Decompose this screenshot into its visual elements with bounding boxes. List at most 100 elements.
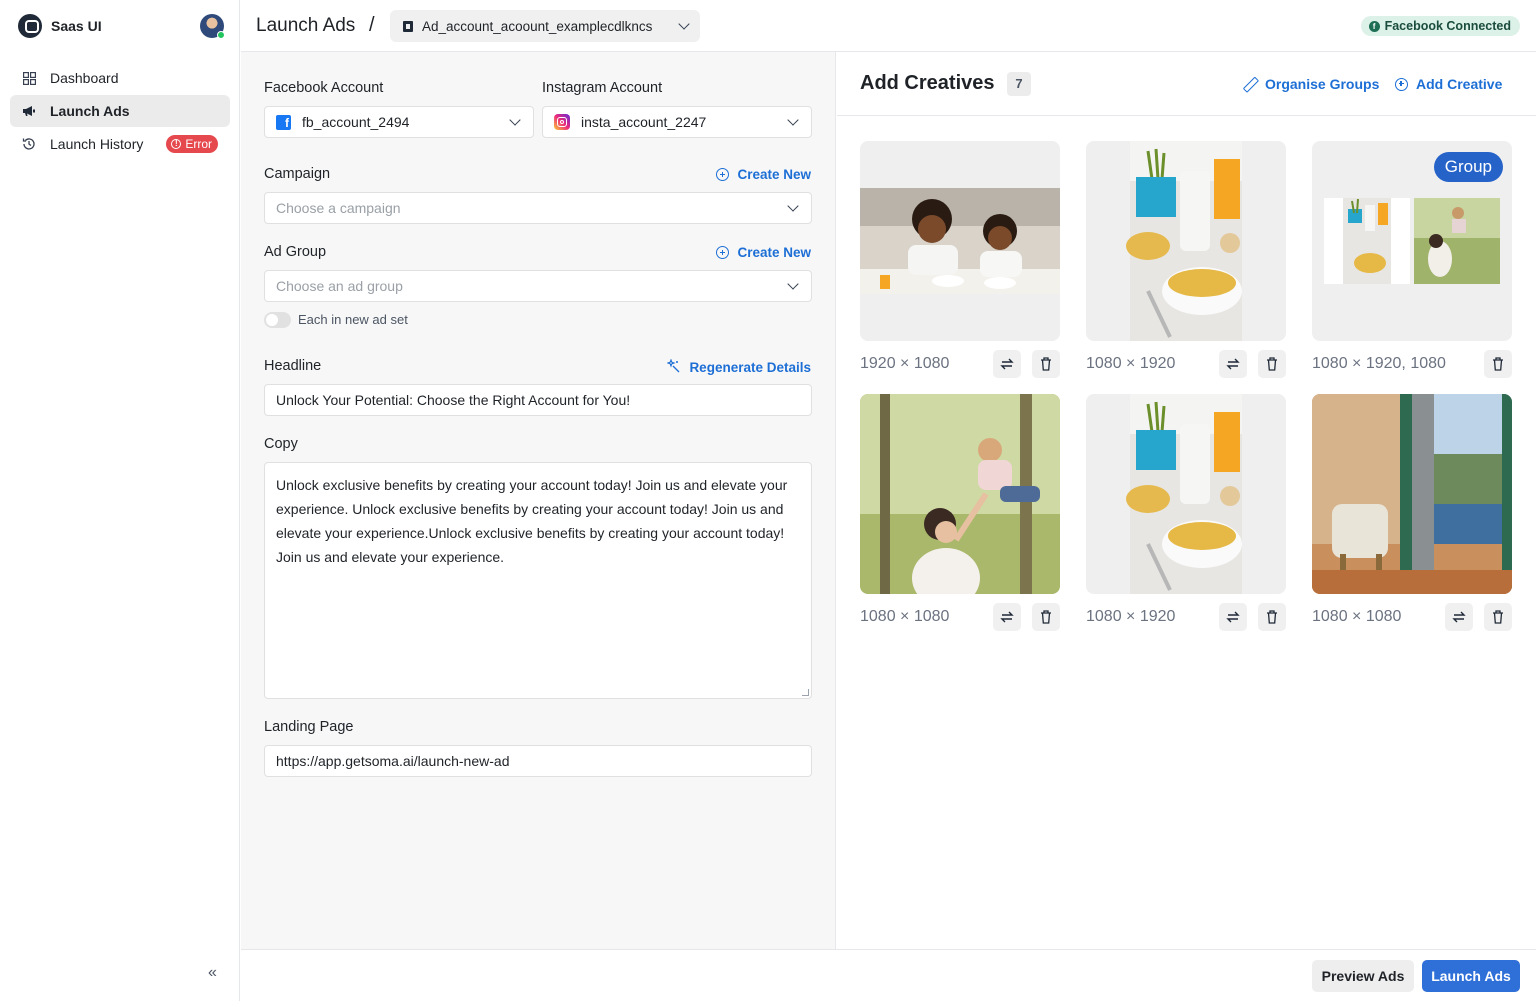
delete-creative-button[interactable] [1484,350,1512,378]
chevron-down-icon [787,200,799,212]
campaign-select[interactable]: Choose a campaign [264,192,812,224]
resize-handle[interactable] [802,689,809,696]
delete-creative-button[interactable] [1032,350,1060,378]
room-sea-view-image [1312,394,1512,594]
error-badge[interactable]: ! Error [166,135,218,153]
create-campaign-label: Create New [737,167,811,182]
creative-meta: 1080 × 1080 [1312,601,1512,633]
create-ad-group-label: Create New [737,245,811,260]
headline-label: Headline [264,358,322,374]
chevron-down-icon [787,278,799,290]
cereal-milk-juice-image [1126,141,1242,341]
replace-creative-button[interactable] [993,350,1021,378]
creative-thumbnail[interactable] [1086,394,1286,594]
creative-thumbnail[interactable] [860,141,1060,341]
creative-card[interactable]: 1080 × 1920 [1086,141,1286,380]
landing-page-input[interactable]: https://app.getsoma.ai/launch-new-ad [264,745,812,777]
ad-form-panel: Facebook Account f fb_account_2494 Insta… [241,52,836,949]
mother-lifting-child-image [860,394,1060,594]
instagram-account-label: Instagram Account [542,80,663,96]
chevron-down-icon [509,114,521,126]
history-icon [22,137,36,151]
organise-groups-button[interactable]: Organise Groups [1243,76,1379,92]
creative-card[interactable]: 1920 × 1080 [860,141,1060,380]
facebook-account-label: Facebook Account [264,80,384,96]
sidebar-item-label: Launch Ads [50,103,130,119]
megaphone-icon [22,104,36,118]
trash-icon [1041,610,1051,624]
chevron-down-icon [787,114,799,126]
brand-logo-icon [18,14,42,38]
page-title: Launch Ads [256,15,356,36]
ad-account-name: Ad_account_acoount_examplecdlkncs [422,18,653,34]
create-campaign-button[interactable]: Create New [716,167,811,182]
landing-page-label: Landing Page [264,719,354,735]
replace-creative-button[interactable] [993,603,1021,631]
trash-icon [1267,357,1277,371]
instagram-account-value: insta_account_2247 [581,114,707,130]
facebook-account-value: fb_account_2494 [302,114,410,130]
creative-thumbnail[interactable]: Group [1312,141,1512,341]
add-creative-button[interactable]: Add Creative [1395,76,1502,92]
sidebar-item-dashboard[interactable]: Dashboard [10,62,230,94]
swap-icon [1226,611,1240,623]
creatives-count-badge: 7 [1007,72,1031,96]
mother-daughter-breakfast-image [860,188,1060,294]
create-ad-group-button[interactable]: Create New [716,245,811,260]
launch-ads-button[interactable]: Launch Ads [1422,960,1520,992]
delete-creative-button[interactable] [1032,603,1060,631]
ad-group-select[interactable]: Choose an ad group [264,270,812,302]
creative-card[interactable]: 1080 × 1080 [860,394,1060,633]
sidebar-item-launch-history[interactable]: Launch History ! Error [10,128,230,160]
preview-ads-button[interactable]: Preview Ads [1312,960,1414,992]
creative-group-card[interactable]: Group 1080 × 1920, 1080 [1312,141,1512,380]
regenerate-details-button[interactable]: Regenerate Details [666,358,811,376]
delete-creative-button[interactable] [1258,603,1286,631]
creative-dimensions: 1080 × 1920 [1086,355,1176,372]
replace-creative-button[interactable] [1219,350,1247,378]
creative-card[interactable]: 1080 × 1920 [1086,394,1286,633]
swap-icon [1000,358,1014,370]
ad-account-dropdown[interactable]: Ad_account_acoount_examplecdlkncs [390,10,700,42]
swap-icon [1452,611,1466,623]
headline-value: Unlock Your Potential: Choose the Right … [276,392,631,408]
chevron-down-icon [678,18,690,30]
trash-icon [1041,357,1051,371]
connection-status: Facebook Connected [1384,19,1511,33]
copy-textarea[interactable]: Unlock exclusive benefits by creating yo… [264,462,812,699]
sidebar-nav: Dashboard Launch Ads Launch History ! Er… [10,62,230,161]
brand[interactable]: Saas UI [18,14,102,38]
creative-dimensions: 1920 × 1080 [860,355,950,372]
creative-card[interactable]: 1080 × 1080 [1312,394,1512,633]
facebook-account-select[interactable]: f fb_account_2494 [264,106,534,138]
group-badge: Group [1433,152,1503,182]
creatives-title: Add Creatives [860,72,995,94]
replace-creative-button[interactable] [1445,603,1473,631]
replace-creative-button[interactable] [1219,603,1247,631]
avatar[interactable] [200,14,225,39]
trash-icon [1493,357,1503,371]
ad-group-placeholder: Choose an ad group [276,278,403,294]
creative-meta: 1080 × 1920 [1086,348,1286,380]
sidebar-item-label: Launch History [50,136,144,152]
instagram-account-select[interactable]: insta_account_2247 [542,106,812,138]
delete-creative-button[interactable] [1484,603,1512,631]
creative-meta: 1080 × 1920 [1086,601,1286,633]
headline-input[interactable]: Unlock Your Potential: Choose the Right … [264,384,812,416]
plus-circle-icon [716,168,730,181]
creative-meta: 1920 × 1080 [860,348,1060,380]
instagram-icon [554,114,570,130]
creative-thumbnail[interactable] [1086,141,1286,341]
trash-icon [1267,610,1277,624]
facebook-icon: f [276,114,291,130]
creative-thumbnail[interactable] [1312,394,1512,594]
copy-label: Copy [264,436,298,452]
new-ad-set-toggle[interactable] [264,312,291,328]
swap-icon [1000,611,1014,623]
campaign-placeholder: Choose a campaign [276,200,401,216]
ad-group-label: Ad Group [264,244,327,260]
delete-creative-button[interactable] [1258,350,1286,378]
sidebar-item-launch-ads[interactable]: Launch Ads [10,95,230,127]
collapse-sidebar-icon[interactable]: « [208,964,217,982]
creative-thumbnail[interactable] [860,394,1060,594]
